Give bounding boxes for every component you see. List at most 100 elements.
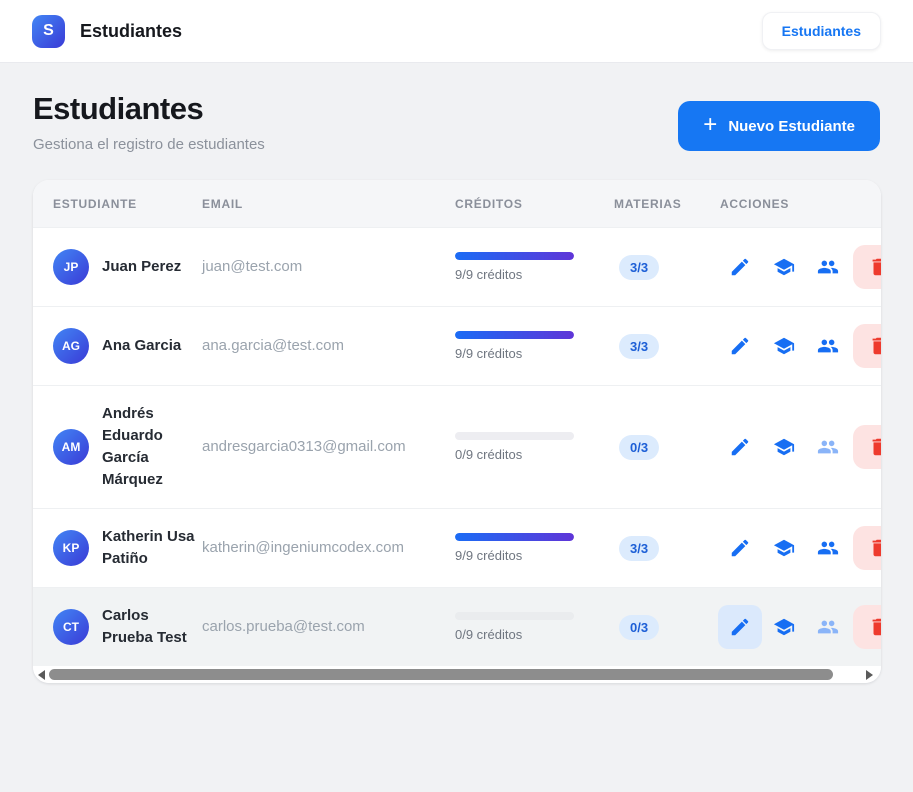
subjects-button[interactable] [762,526,806,570]
student-email: carlos.prueba@test.com [202,618,365,635]
email-cell: andresgarcia0313@gmail.com [202,438,455,456]
table-row: KP Katherin Usa Patiño katherin@ingenium… [33,508,881,587]
credits-label: 0/9 créditos [455,447,523,462]
progress-bar [455,432,574,440]
subjects-button[interactable] [762,425,806,469]
progress-bar [455,331,574,339]
edit-button[interactable] [718,605,762,649]
avatar: AM [53,429,89,465]
actions-cell [720,324,881,368]
student-cell: KP Katherin Usa Patiño [33,526,202,570]
student-cell: CT Carlos Prueba Test [33,605,202,649]
plus-icon: + [703,111,718,138]
table-header-row: ESTUDIANTE EMAIL CRÉDITOS MATERIAS ACCIO… [33,180,881,227]
triangle-right-icon[interactable] [866,670,873,680]
progress-fill [455,252,574,260]
column-header-acciones: ACCIONES [720,196,790,211]
pencil-icon [731,337,749,355]
materias-badge: 3/3 [619,333,660,359]
column-header-materias: MATERIAS [614,196,682,211]
student-name: Ana Garcia [102,337,182,354]
student-email: juan@test.com [202,258,303,275]
people-button[interactable] [806,605,850,649]
people-button[interactable] [806,245,850,289]
pencil-icon [731,438,749,456]
table-row: AG Ana Garcia ana.garcia@test.com 9/9 cr… [33,306,881,385]
student-cell: AG Ana Garcia [33,328,202,364]
credits-progress: 9/9 créditos [455,533,574,563]
credits-cell: 9/9 créditos [455,252,614,282]
column-header-estudiante: ESTUDIANTE [53,196,137,211]
new-student-button[interactable]: + Nuevo Estudiante [678,101,880,151]
pencil-icon [731,618,749,636]
app-title: Estudiantes [80,20,183,41]
actions-group [718,425,881,469]
credits-progress: 0/9 créditos [455,612,574,642]
people-icon [817,620,839,634]
nav-estudiantes-button[interactable]: Estudiantes [761,12,881,50]
credits-progress: 9/9 créditos [455,252,574,282]
student-cell: JP Juan Perez [33,249,202,285]
page-head-text: Estudiantes Gestiona el registro de estu… [33,91,265,153]
page-subtitle: Gestiona el registro de estudiantes [33,136,265,153]
page-title: Estudiantes [33,91,204,126]
subjects-button[interactable] [762,324,806,368]
people-button[interactable] [806,324,850,368]
horizontal-scrollbar[interactable] [33,666,881,683]
subjects-button[interactable] [762,245,806,289]
credits-progress: 9/9 créditos [455,331,574,361]
delete-button[interactable] [853,605,881,649]
table-row: CT Carlos Prueba Test carlos.prueba@test… [33,587,881,666]
email-cell: ana.garcia@test.com [202,337,455,355]
materias-badge: 3/3 [619,254,660,280]
graduation-cap-icon [773,438,795,456]
credits-label: 9/9 créditos [455,267,523,282]
column-header-creditos: CRÉDITOS [455,196,523,211]
graduation-cap-icon [773,337,795,355]
student-email: ana.garcia@test.com [202,337,344,354]
edit-button[interactable] [718,526,762,570]
avatar: JP [53,249,89,285]
credits-progress: 0/9 créditos [455,432,574,462]
edit-button[interactable] [718,425,762,469]
credits-cell: 9/9 créditos [455,533,614,563]
materias-cell: 3/3 [614,333,720,359]
materias-cell: 3/3 [614,535,720,561]
people-button[interactable] [806,425,850,469]
column-header-email: EMAIL [202,196,243,211]
scrollbar-thumb[interactable] [49,669,833,680]
delete-button[interactable] [853,245,881,289]
people-icon [817,260,839,274]
credits-cell: 0/9 créditos [455,432,614,462]
progress-fill [455,533,574,541]
email-cell: juan@test.com [202,258,455,276]
credits-cell: 0/9 créditos [455,612,614,642]
app-logo: S [32,14,65,48]
actions-group [718,605,881,649]
top-header: S Estudiantes Estudiantes [0,0,913,63]
people-icon [817,440,839,454]
edit-button[interactable] [718,245,762,289]
materias-cell: 0/3 [614,434,720,460]
brand: S Estudiantes [32,14,183,48]
delete-button[interactable] [853,324,881,368]
materias-cell: 3/3 [614,254,720,280]
email-cell: carlos.prueba@test.com [202,618,455,636]
students-table-card: ESTUDIANTE EMAIL CRÉDITOS MATERIAS ACCIO… [33,180,881,683]
actions-group [718,324,881,368]
materias-badge: 3/3 [619,535,660,561]
actions-cell [720,526,881,570]
table-row: AM Andrés Eduardo García Márquez andresg… [33,385,881,508]
materias-badge: 0/3 [619,614,660,640]
progress-bar [455,252,574,260]
people-icon [817,339,839,353]
pencil-icon [731,258,749,276]
triangle-left-icon[interactable] [38,670,45,680]
delete-button[interactable] [853,526,881,570]
page-head: Estudiantes Gestiona el registro de estu… [0,63,913,153]
people-button[interactable] [806,526,850,570]
credits-label: 9/9 créditos [455,346,523,361]
edit-button[interactable] [718,324,762,368]
subjects-button[interactable] [762,605,806,649]
delete-button[interactable] [853,425,881,469]
